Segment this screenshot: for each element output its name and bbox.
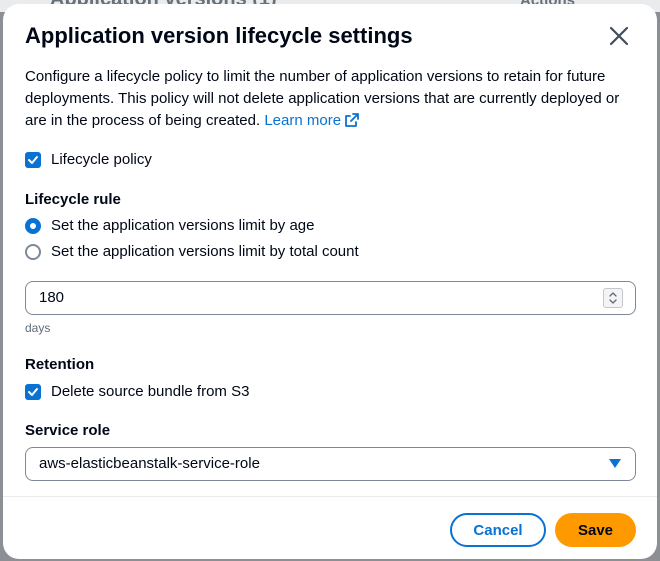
delete-source-label: Delete source bundle from S3 bbox=[51, 383, 250, 400]
learn-more-link[interactable]: Learn more bbox=[264, 112, 359, 129]
checkmark-icon bbox=[28, 155, 38, 164]
checkmark-icon bbox=[28, 387, 38, 396]
cancel-button[interactable]: Cancel bbox=[450, 513, 546, 547]
lifecycle-settings-modal: Application version lifecycle settings C… bbox=[3, 4, 657, 559]
close-icon bbox=[609, 26, 629, 46]
save-button[interactable]: Save bbox=[555, 513, 636, 547]
lifecycle-policy-label: Lifecycle policy bbox=[51, 151, 152, 168]
external-link-icon bbox=[345, 113, 359, 127]
number-stepper[interactable] bbox=[603, 288, 623, 308]
age-limit-input[interactable]: 180 bbox=[25, 281, 636, 315]
rule-option-count-label: Set the application versions limit by to… bbox=[51, 243, 359, 260]
service-role-value: aws-elasticbeanstalk-service-role bbox=[39, 455, 260, 472]
days-hint: days bbox=[25, 321, 51, 335]
close-button[interactable] bbox=[607, 24, 631, 48]
radio-age-selected[interactable] bbox=[25, 217, 41, 234]
rule-option-count[interactable]: Set the application versions limit by to… bbox=[25, 243, 359, 260]
modal-description: Configure a lifecycle policy to limit th… bbox=[25, 66, 625, 132]
caret-down-icon bbox=[609, 459, 621, 468]
retention-title: Retention bbox=[25, 356, 95, 373]
age-limit-value: 180 bbox=[39, 289, 65, 306]
learn-more-label: Learn more bbox=[264, 112, 342, 129]
lifecycle-policy-checkbox[interactable] bbox=[25, 151, 41, 168]
radio-count-unselected[interactable] bbox=[25, 243, 41, 260]
modal-header: Application version lifecycle settings bbox=[25, 22, 635, 54]
footer-divider bbox=[3, 496, 657, 497]
modal-title: Application version lifecycle settings bbox=[25, 23, 413, 48]
lifecycle-policy-row[interactable]: Lifecycle policy bbox=[25, 151, 152, 168]
service-role-title: Service role bbox=[25, 422, 111, 439]
delete-source-row[interactable]: Delete source bundle from S3 bbox=[25, 383, 249, 400]
stepper-arrows-icon bbox=[609, 292, 617, 304]
delete-source-checkbox[interactable] bbox=[25, 383, 41, 400]
lifecycle-rule-title: Lifecycle rule bbox=[25, 191, 121, 208]
rule-option-age-label: Set the application versions limit by ag… bbox=[51, 217, 315, 234]
rule-option-age[interactable]: Set the application versions limit by ag… bbox=[25, 217, 314, 234]
service-role-select[interactable]: aws-elasticbeanstalk-service-role bbox=[25, 447, 636, 481]
